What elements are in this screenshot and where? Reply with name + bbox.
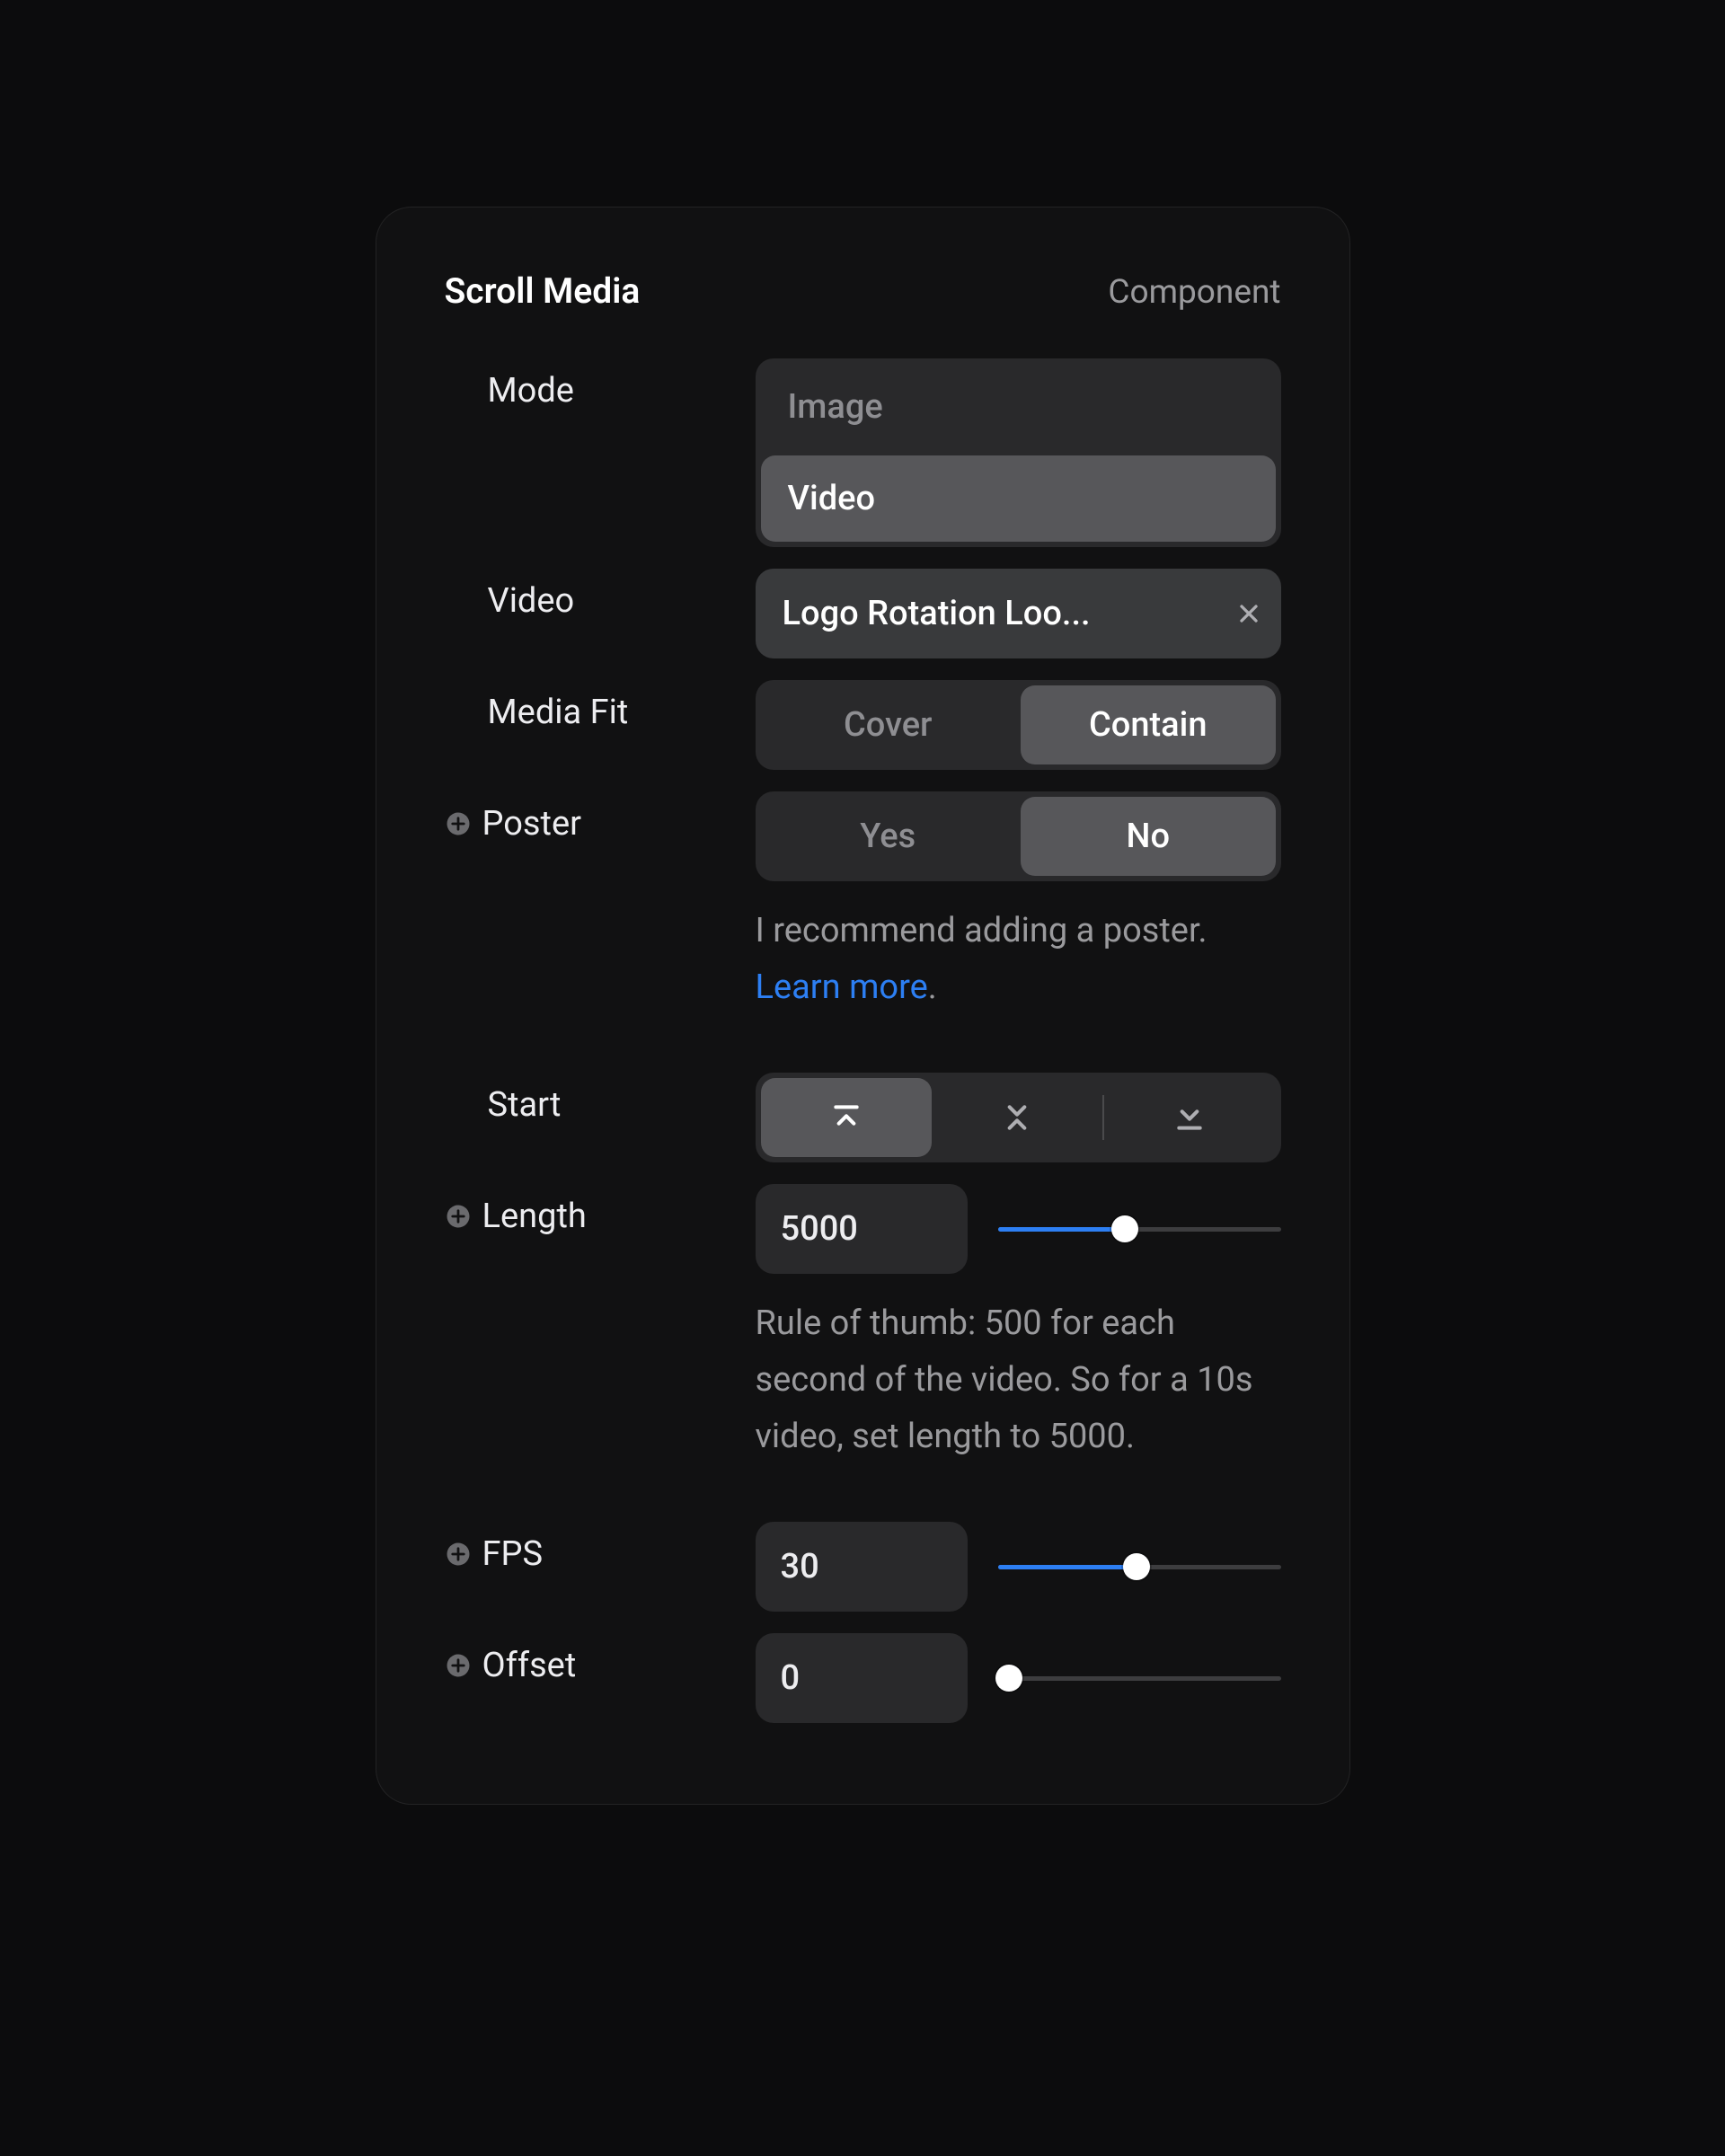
poster-no[interactable]: No (1021, 797, 1276, 876)
poster-label: Poster (482, 804, 581, 844)
learn-more-link[interactable]: Learn more (756, 968, 928, 1007)
mode-option-video[interactable]: Video (761, 455, 1276, 542)
panel-header: Scroll Media Component (445, 270, 1281, 312)
offset-input[interactable]: 0 (756, 1633, 968, 1723)
mode-segmented: Image Video (756, 358, 1281, 547)
poster-helper-text: I recommend adding a poster. Learn more. (756, 903, 1281, 1015)
poster-helper-suffix: . (928, 968, 937, 1007)
media-fit-cover[interactable]: Cover (761, 685, 1016, 764)
panel-title: Scroll Media (445, 270, 641, 312)
poster-segmented: Yes No (756, 791, 1281, 881)
plus-circle-icon[interactable] (445, 1652, 472, 1679)
plus-circle-icon[interactable] (445, 810, 472, 837)
media-fit-contain[interactable]: Contain (1021, 685, 1276, 764)
mode-option-image[interactable]: Image (761, 364, 1276, 450)
video-label: Video (488, 581, 575, 621)
length-helper-text: Rule of thumb: 500 for each second of th… (756, 1295, 1281, 1464)
poster-helper-prefix: I recommend adding a poster. (756, 911, 1208, 950)
video-file-chip[interactable]: Logo Rotation Loo... (756, 569, 1281, 658)
start-option-top[interactable] (761, 1078, 932, 1157)
fps-input[interactable]: 30 (756, 1522, 968, 1612)
scroll-media-panel: Scroll Media Component Mode Image Video … (376, 207, 1350, 1805)
plus-circle-icon[interactable] (445, 1203, 472, 1230)
media-fit-label: Media Fit (488, 693, 629, 732)
component-badge: Component (1108, 273, 1280, 312)
media-fit-segmented: Cover Contain (756, 680, 1281, 770)
plus-circle-icon[interactable] (445, 1541, 472, 1568)
video-file-name: Logo Rotation Loo... (783, 594, 1218, 633)
offset-slider[interactable] (998, 1665, 1281, 1692)
start-segmented (756, 1073, 1281, 1162)
start-label: Start (488, 1085, 562, 1125)
start-option-bottom[interactable] (1104, 1078, 1275, 1157)
length-input[interactable]: 5000 (756, 1184, 968, 1274)
start-option-center[interactable] (932, 1078, 1102, 1157)
clear-video-icon[interactable] (1234, 599, 1263, 628)
offset-label: Offset (482, 1646, 577, 1685)
fps-slider[interactable] (998, 1553, 1281, 1580)
mode-label: Mode (488, 371, 574, 411)
length-label: Length (482, 1197, 587, 1236)
fps-label: FPS (482, 1534, 544, 1574)
poster-yes[interactable]: Yes (761, 797, 1016, 876)
length-slider[interactable] (998, 1215, 1281, 1242)
